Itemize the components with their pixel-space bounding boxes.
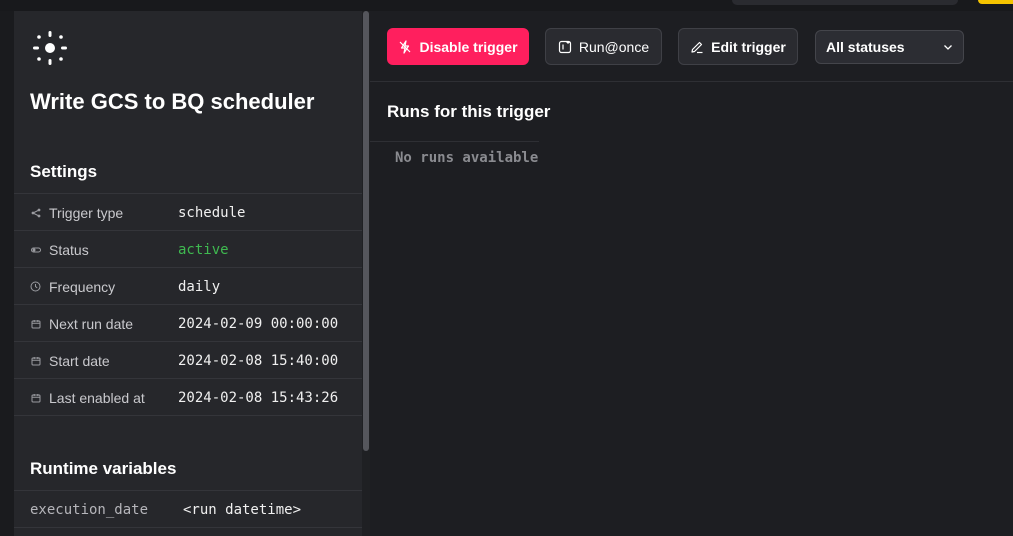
toolbar-divider <box>370 81 1013 82</box>
setting-value: 2024-02-09 00:00:00 <box>178 315 339 332</box>
run-once-icon <box>558 40 572 54</box>
scrollbar-thumb[interactable] <box>363 11 369 451</box>
setting-value: schedule <box>178 204 246 221</box>
divider <box>14 415 362 416</box>
setting-label: Status <box>49 241 89 258</box>
edit-trigger-label: Edit trigger <box>711 38 786 55</box>
runs-heading-underline <box>370 141 539 142</box>
setting-value: 2024-02-08 15:43:26 <box>178 389 339 406</box>
trigger-logo-icon <box>33 31 67 65</box>
divider <box>14 527 362 528</box>
status-value: active <box>178 241 229 258</box>
variable-value: <run datetime> <box>183 501 302 518</box>
toggle-icon <box>30 244 41 255</box>
run-once-label: Run@once <box>578 38 650 55</box>
calendar-icon <box>30 355 41 366</box>
trigger-detail-sidebar: Write GCS to BQ scheduler Settings Trigg… <box>14 11 362 536</box>
runs-heading: Runs for this trigger <box>387 102 551 121</box>
share-icon <box>30 207 41 218</box>
edit-trigger-button[interactable]: Edit trigger <box>678 28 798 65</box>
runtime-variables-heading: Runtime variables <box>30 459 177 478</box>
chevron-down-icon <box>944 45 952 50</box>
setting-label: Next run date <box>49 315 134 332</box>
bolt-off-icon <box>398 39 412 54</box>
top-search-field-edge[interactable] <box>732 0 958 5</box>
runtime-variable-row: execution_date <run datetime> <box>14 490 362 528</box>
disable-trigger-button[interactable]: Disable trigger <box>387 28 529 65</box>
calendar-icon <box>30 392 41 403</box>
pencil-icon <box>690 40 704 54</box>
setting-row-status: Status active <box>14 230 362 268</box>
calendar-icon <box>30 318 41 329</box>
status-filter-select[interactable]: All statuses <box>815 30 964 64</box>
left-gutter <box>0 11 14 536</box>
setting-row-last-enabled-at: Last enabled at 2024-02-08 15:43:26 <box>14 378 362 416</box>
setting-label: Frequency <box>49 278 116 295</box>
trigger-title: Write GCS to BQ scheduler <box>30 89 315 114</box>
setting-label: Start date <box>49 352 110 369</box>
setting-row-next-run-date: Next run date 2024-02-09 00:00:00 <box>14 304 362 342</box>
setting-value: 2024-02-08 15:40:00 <box>178 352 339 369</box>
settings-heading: Settings <box>30 162 98 181</box>
variable-key: execution_date <box>30 501 149 518</box>
setting-row-start-date: Start date 2024-02-08 15:40:00 <box>14 341 362 379</box>
no-runs-message: No runs available <box>395 150 539 166</box>
run-once-button[interactable]: Run@once <box>545 28 662 65</box>
setting-row-frequency: Frequency daily <box>14 267 362 305</box>
disable-trigger-label: Disable trigger <box>419 38 518 55</box>
status-filter-value: All statuses <box>826 39 905 55</box>
setting-value: daily <box>178 278 221 295</box>
clock-icon <box>30 281 41 292</box>
top-highlight-button-edge[interactable] <box>978 0 1013 4</box>
setting-label: Trigger type <box>49 204 124 221</box>
setting-row-trigger-type: Trigger type schedule <box>14 193 362 231</box>
trigger-runs-panel: Disable trigger Run@once Edit trigger Al… <box>370 11 1013 536</box>
setting-label: Last enabled at <box>49 389 145 406</box>
sidebar-scrollbar[interactable] <box>362 11 370 536</box>
